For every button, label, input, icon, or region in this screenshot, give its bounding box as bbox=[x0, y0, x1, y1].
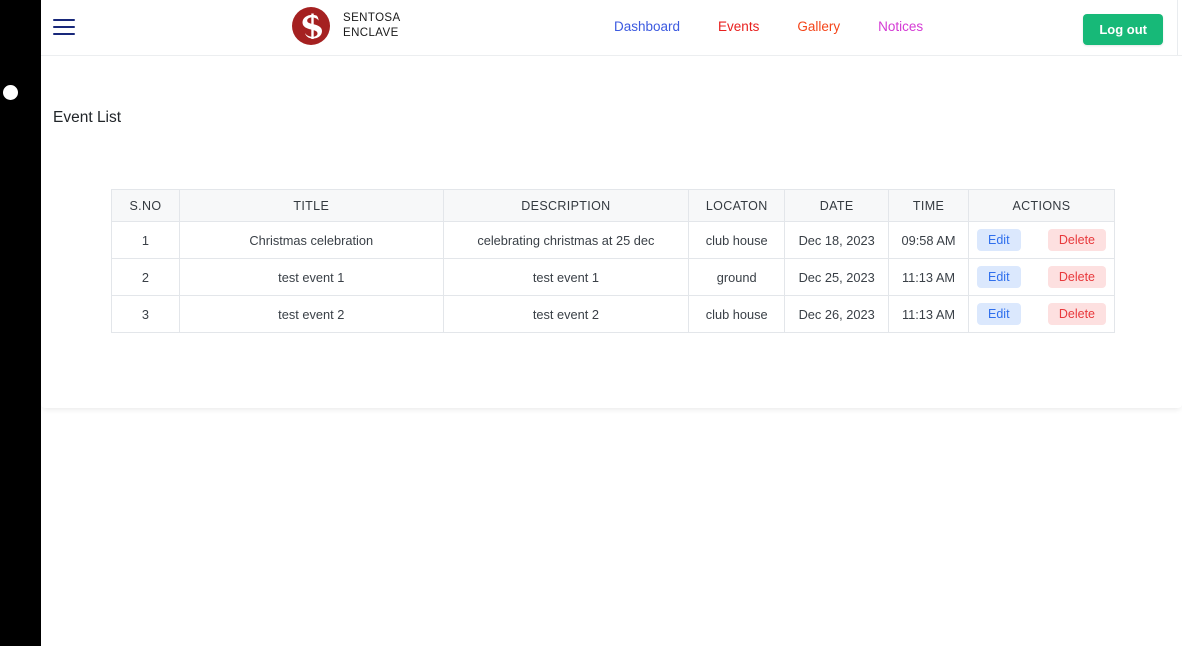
nav-link-events[interactable]: Events bbox=[718, 19, 759, 34]
right-edge-strip bbox=[1182, 0, 1187, 646]
edit-button[interactable]: Edit bbox=[977, 302, 1021, 326]
cell-title: Christmas celebration bbox=[178, 221, 444, 259]
brand-line-2: ENCLAVE bbox=[343, 27, 399, 39]
cell-date: Dec 25, 2023 bbox=[784, 258, 890, 296]
cell-date: Dec 18, 2023 bbox=[784, 221, 890, 259]
cell-sno: 2 bbox=[111, 258, 180, 296]
cursor-dot bbox=[3, 85, 18, 100]
col-header-actions: ACTIONS bbox=[968, 189, 1115, 222]
cell-description: celebrating christmas at 25 dec bbox=[442, 221, 690, 259]
cell-actions: Edit Delete bbox=[968, 221, 1115, 259]
delete-button[interactable]: Delete bbox=[1047, 265, 1106, 289]
content-card: Event List S.NO TITLE DESCRIPTION LOCATO… bbox=[41, 55, 1182, 408]
table-row: 2 test event 1 test event 1 ground Dec 2… bbox=[111, 258, 1115, 296]
event-table-head: S.NO TITLE DESCRIPTION LOCATON DATE TIME… bbox=[111, 189, 1115, 222]
col-header-title: TITLE bbox=[178, 189, 444, 222]
nav-link-gallery[interactable]: Gallery bbox=[797, 19, 840, 34]
cell-description: test event 1 bbox=[442, 258, 690, 296]
table-row: 3 test event 2 test event 2 club house D… bbox=[111, 295, 1115, 333]
cell-location: club house bbox=[688, 295, 786, 333]
delete-button[interactable]: Delete bbox=[1047, 228, 1106, 252]
cell-title: test event 1 bbox=[178, 258, 444, 296]
event-table-body: 1 Christmas celebration celebrating chri… bbox=[111, 221, 1115, 333]
cell-sno: 1 bbox=[111, 221, 180, 259]
nav-links: Dashboard Events Gallery Notices bbox=[614, 19, 923, 34]
cell-actions: Edit Delete bbox=[968, 258, 1115, 296]
nav-link-dashboard[interactable]: Dashboard bbox=[614, 19, 680, 34]
logout-button[interactable]: Log out bbox=[1083, 14, 1163, 45]
brand-text: SENTOSA ENCLAVE bbox=[343, 11, 401, 41]
table-header-row: S.NO TITLE DESCRIPTION LOCATON DATE TIME… bbox=[111, 189, 1115, 222]
nav-link-notices[interactable]: Notices bbox=[878, 19, 923, 34]
event-table: S.NO TITLE DESCRIPTION LOCATON DATE TIME… bbox=[111, 189, 1115, 333]
table-row: 1 Christmas celebration celebrating chri… bbox=[111, 221, 1115, 259]
cell-date: Dec 26, 2023 bbox=[784, 295, 890, 333]
brand-logo-group[interactable]: SENTOSA ENCLAVE bbox=[289, 4, 401, 48]
cell-description: test event 2 bbox=[442, 295, 690, 333]
event-table-wrapper: S.NO TITLE DESCRIPTION LOCATON DATE TIME… bbox=[111, 189, 1115, 333]
col-header-sno: S.NO bbox=[111, 189, 180, 222]
left-rail bbox=[0, 0, 41, 646]
col-header-description: DESCRIPTION bbox=[442, 189, 690, 222]
sentosa-s-monogram-icon bbox=[292, 7, 330, 45]
below-card-area bbox=[41, 408, 1187, 646]
page-title: Event List bbox=[53, 109, 122, 126]
cell-location: club house bbox=[688, 221, 786, 259]
col-header-time: TIME bbox=[888, 189, 969, 222]
brand-line-1: SENTOSA bbox=[343, 12, 401, 24]
app-root: SENTOSA ENCLAVE Dashboard Events Gallery… bbox=[0, 0, 1187, 646]
top-navbar: SENTOSA ENCLAVE Dashboard Events Gallery… bbox=[41, 0, 1182, 55]
cell-time: 11:13 AM bbox=[888, 258, 969, 296]
cell-location: ground bbox=[688, 258, 786, 296]
hamburger-menu-icon[interactable] bbox=[49, 13, 79, 41]
cell-actions: Edit Delete bbox=[968, 295, 1115, 333]
cell-sno: 3 bbox=[111, 295, 180, 333]
edit-button[interactable]: Edit bbox=[977, 228, 1021, 252]
cell-time: 09:58 AM bbox=[888, 221, 969, 259]
col-header-date: DATE bbox=[784, 189, 890, 222]
edit-button[interactable]: Edit bbox=[977, 265, 1021, 289]
cell-title: test event 2 bbox=[178, 295, 444, 333]
col-header-location: LOCATON bbox=[688, 189, 786, 222]
delete-button[interactable]: Delete bbox=[1047, 302, 1106, 326]
cell-time: 11:13 AM bbox=[888, 295, 969, 333]
